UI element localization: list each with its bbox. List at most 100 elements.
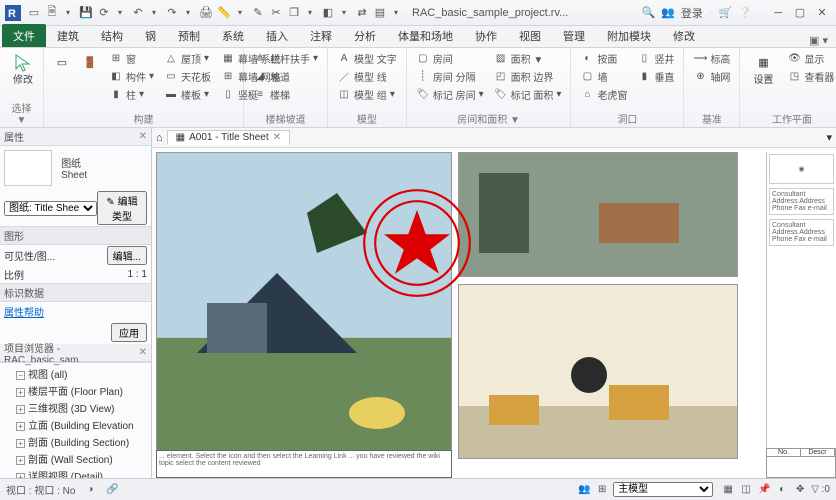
render-viewport-3[interactable] [458,284,738,459]
switch-icon[interactable]: ⇄ [354,5,370,21]
dormer-button[interactable]: ⌂老虎窗 [577,86,630,103]
area-button[interactable]: ▨面积 ▼ [491,50,565,67]
roof-button[interactable]: △屋顶 ▾ [161,50,214,67]
save-icon[interactable]: 💾 [78,5,94,21]
floor-button[interactable]: ▬楼板 ▾ [161,86,214,103]
model-text-button[interactable]: A模型 文字 [334,50,400,67]
status-icon[interactable]: ◑ [83,483,97,497]
wall-opening-button[interactable]: ▢墙 [577,68,630,85]
modify-button[interactable]: 修改 [6,50,40,86]
column-button[interactable]: ▮柱 ▾ [106,86,157,103]
help-icon[interactable]: ❔ [738,6,752,19]
tab-insert[interactable]: 插入 [255,24,299,47]
select-underlay-icon[interactable]: ◫ [739,483,753,497]
grid-button[interactable]: ⊕轴网 [690,68,733,85]
properties-help-link[interactable]: 属性帮助 [0,302,151,321]
select-links-icon[interactable]: ▦ [721,483,735,497]
set-workplane-button[interactable]: ▦设置 [746,50,780,86]
workset-icon[interactable]: 👥 [577,483,591,497]
search-icon[interactable]: 🔍 [642,6,656,19]
render-viewport-1[interactable] [156,152,452,462]
tab-systems[interactable]: 系统 [211,24,255,47]
user-icon[interactable]: 👥 [661,6,675,19]
status-icon[interactable]: 🔗 [105,483,119,497]
level-button[interactable]: ⟶标高 [690,50,733,67]
tab-file[interactable]: 文件 [2,24,46,47]
tab-arch[interactable]: 建筑 [46,24,90,47]
undo-icon[interactable]: ↶ [130,5,146,21]
home-icon[interactable]: ⌂ [156,132,163,144]
close-view-icon[interactable]: ✕ [273,132,281,143]
callout-icon[interactable]: ◧ [320,5,336,21]
model-selector[interactable]: 主模型 [613,482,713,497]
tree-item[interactable]: +剖面 (Wall Section) [2,450,149,467]
tag-icon[interactable]: ✎ [250,5,266,21]
tab-struct[interactable]: 结构 [90,24,134,47]
model-line-button[interactable]: ／模型 线 [334,68,400,85]
vertical-button[interactable]: ▮垂直 [634,68,677,85]
redo-icon[interactable]: ↷ [164,5,180,21]
byface-button[interactable]: ◐按面 [577,50,630,67]
print-icon[interactable]: 🖨 [198,5,214,21]
cart-icon[interactable]: 🛒 [719,6,733,19]
select-face-icon[interactable]: ◐ [775,483,789,497]
show-workplane-button[interactable]: 👁显示 [784,50,836,67]
ribbon-collapse-icon[interactable]: ▣ ▾ [801,34,836,47]
type-selector[interactable]: 图纸: Title Shee [4,201,97,216]
railing-button[interactable]: ⋔栏杆扶手 ▾ [250,50,321,67]
tab-modify[interactable]: 修改 [662,24,706,47]
viewer-button[interactable]: ◳查看器 [784,68,836,85]
component-button[interactable]: ◧构件 ▾ [106,68,157,85]
tag-room-button[interactable]: 🏷标记 房间 ▾ [413,86,487,103]
tab-analyze[interactable]: 分析 [343,24,387,47]
ceiling-button[interactable]: ▭天花板 [161,68,214,85]
shaft-button[interactable]: ▯竖井 [634,50,677,67]
close-button[interactable]: ✕ [812,5,832,21]
model-group-button[interactable]: ◫模型 组 ▾ [334,86,400,103]
wall-button[interactable]: ▭ [50,50,74,103]
stair-button[interactable]: ≡楼梯 [250,86,321,103]
room-button[interactable]: ▢房间 [413,50,487,67]
sync-icon[interactable]: ⟳ [96,5,112,21]
new-icon[interactable]: 🗎 [44,5,60,21]
tab-view[interactable]: 视图 [508,24,552,47]
tree-item[interactable]: +剖面 (Building Section) [2,433,149,450]
tree-item[interactable]: +详图视图 (Detail) [2,467,149,478]
sheet-icon[interactable]: ▤ [372,5,388,21]
measure-icon[interactable]: 📏 [216,5,232,21]
drawing-area[interactable]: ⌂ ▦ A001 - Title Sheet ✕ ▾ ect ◉ Consult… [152,128,836,478]
room-sep-button[interactable]: ┊房间 分隔 [413,68,487,85]
view-tab[interactable]: ▦ A001 - Title Sheet ✕ [167,130,290,145]
section-icon[interactable]: ✂ [268,5,284,21]
area-bound-button[interactable]: ◰面积 边界 [491,68,565,85]
door-button[interactable]: 🚪 [78,50,102,103]
tab-precast[interactable]: 预制 [167,24,211,47]
tab-annotate[interactable]: 注释 [299,24,343,47]
tree-item[interactable]: +立面 (Building Elevation [2,416,149,433]
edit-type-button[interactable]: ✎ 编辑类型 [97,191,147,225]
close-props-icon[interactable]: ✕ [139,131,147,142]
ramp-button[interactable]: ◢坡道 [250,68,321,85]
3d-icon[interactable]: ❐ [286,5,302,21]
view-menu-icon[interactable]: ▾ [826,131,832,144]
tab-addins[interactable]: 附加模块 [596,24,662,47]
render-viewport-2[interactable] [458,152,738,277]
minimize-button[interactable]: ─ [768,5,788,21]
login-button[interactable]: 登录 [681,5,703,21]
visibility-edit-button[interactable]: 编辑... [107,246,147,265]
maximize-button[interactable]: ▢ [790,5,810,21]
close-browser-icon[interactable]: ✕ [139,347,147,358]
tab-manage[interactable]: 管理 [552,24,596,47]
drag-icon[interactable]: ✥ [793,483,807,497]
editable-icon[interactable]: ⊞ [595,483,609,497]
project-browser[interactable]: −视图 (all) +楼层平面 (Floor Plan) +三维视图 (3D V… [0,362,151,478]
tree-item[interactable]: +楼层平面 (Floor Plan) [2,382,149,399]
open-icon[interactable]: ▭ [26,5,42,21]
tree-item[interactable]: +三维视图 (3D View) [2,399,149,416]
tree-root[interactable]: −视图 (all) [2,365,149,382]
tab-massing[interactable]: 体量和场地 [387,24,464,47]
select-pinned-icon[interactable]: 📌 [757,483,771,497]
tab-collab[interactable]: 协作 [464,24,508,47]
window-button[interactable]: ⊞窗 [106,50,157,67]
tab-steel[interactable]: 钢 [134,24,167,47]
